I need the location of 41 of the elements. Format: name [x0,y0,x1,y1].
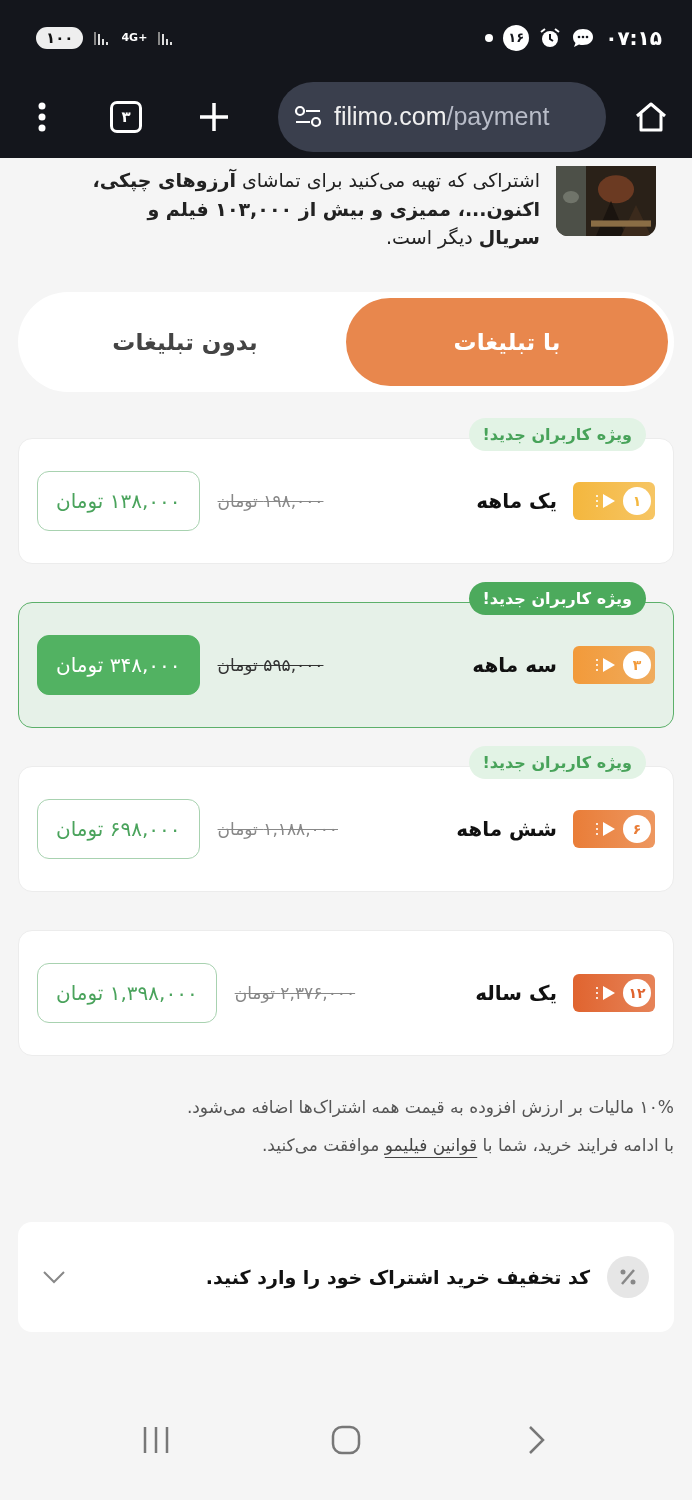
home-icon[interactable] [634,100,668,133]
intro-text: اشتراکی که تهیه می‌کنید برای تماشای آرزوهای چپکی، اکنون...، ممیزی و بیش از ۱۰۳,۰۰۰ فیلم و سریال دیگر است. [91,168,540,251]
notification-count: ۱۶ [503,24,530,51]
menu-icon[interactable] [36,100,48,133]
plus-icon[interactable] [198,100,230,133]
battery-level: ۱۰۰ [36,26,84,49]
recent-apps-icon[interactable] [141,1425,171,1455]
site-settings-icon[interactable] [294,104,322,129]
new-users-badge: ویژه کاربران جدید! [468,745,646,779]
discount-code-panel[interactable]: کد تخفیف خرید اشتراک خود را وارد کنید. [18,1221,674,1332]
chevron-icon[interactable] [42,1269,66,1284]
new-users-badge: ویژه کاربران جدید! [468,581,646,615]
plan-type-tab[interactable]: بدون تبلیغات [24,297,346,386]
plan-name: یک ساله [475,980,557,1005]
percent-icon [606,1254,650,1299]
plan-name: یک ماهه [476,488,557,513]
dot-icon [485,33,494,42]
url-host: filimo.com [334,102,447,131]
month-count: ۱ [623,486,651,515]
tax-note: ۱۰% مالیات بر ارزش افزوده به قیمت همه اشتراک‌ها اضافه می‌شود. [185,1095,674,1119]
plan-name: سه ماهه [472,652,557,677]
alarm-icon [539,26,562,49]
network-type: 4G+ [121,31,148,44]
old-price: ۱۹۸,۰۰۰ تومان [217,490,324,511]
old-price: ۵۹۵,۰۰۰ تومان [217,654,324,675]
plan-card[interactable]: ۱۲ یک ساله ۲,۳۷۶,۰۰۰ تومان ۱,۳۹۸,۰۰۰ تومان [18,929,674,1056]
old-price: ۲,۳۷۶,۰۰۰ تومان [234,982,356,1003]
plan-name: شش ماهه [456,816,557,841]
discount-label: کد تخفیف خرید اشتراک خود را وارد کنید. [205,1265,590,1288]
terms-note: با ادامه فرایند خرید، شما با قوانین فیلیمو موافقت می‌کنید. [260,1133,674,1157]
old-price: ۱,۱۸۸,۰۰۰ تومان [217,818,338,839]
message-icon [571,26,596,49]
address-bar[interactable]: filimo.com/payment [278,81,606,152]
month-count: ۳ [623,650,651,679]
month-count: ۶ [623,814,651,843]
terms-link[interactable]: قوانین فیلیمو [384,1134,478,1155]
month-count: ۱۲ [623,978,651,1007]
clock-time: ۰۷:۱۵ [605,25,662,50]
tab-count-button[interactable]: ۳ [110,100,142,133]
new-users-badge: ویژه کاربران جدید! [468,417,646,451]
url-path: /payment [446,102,550,131]
